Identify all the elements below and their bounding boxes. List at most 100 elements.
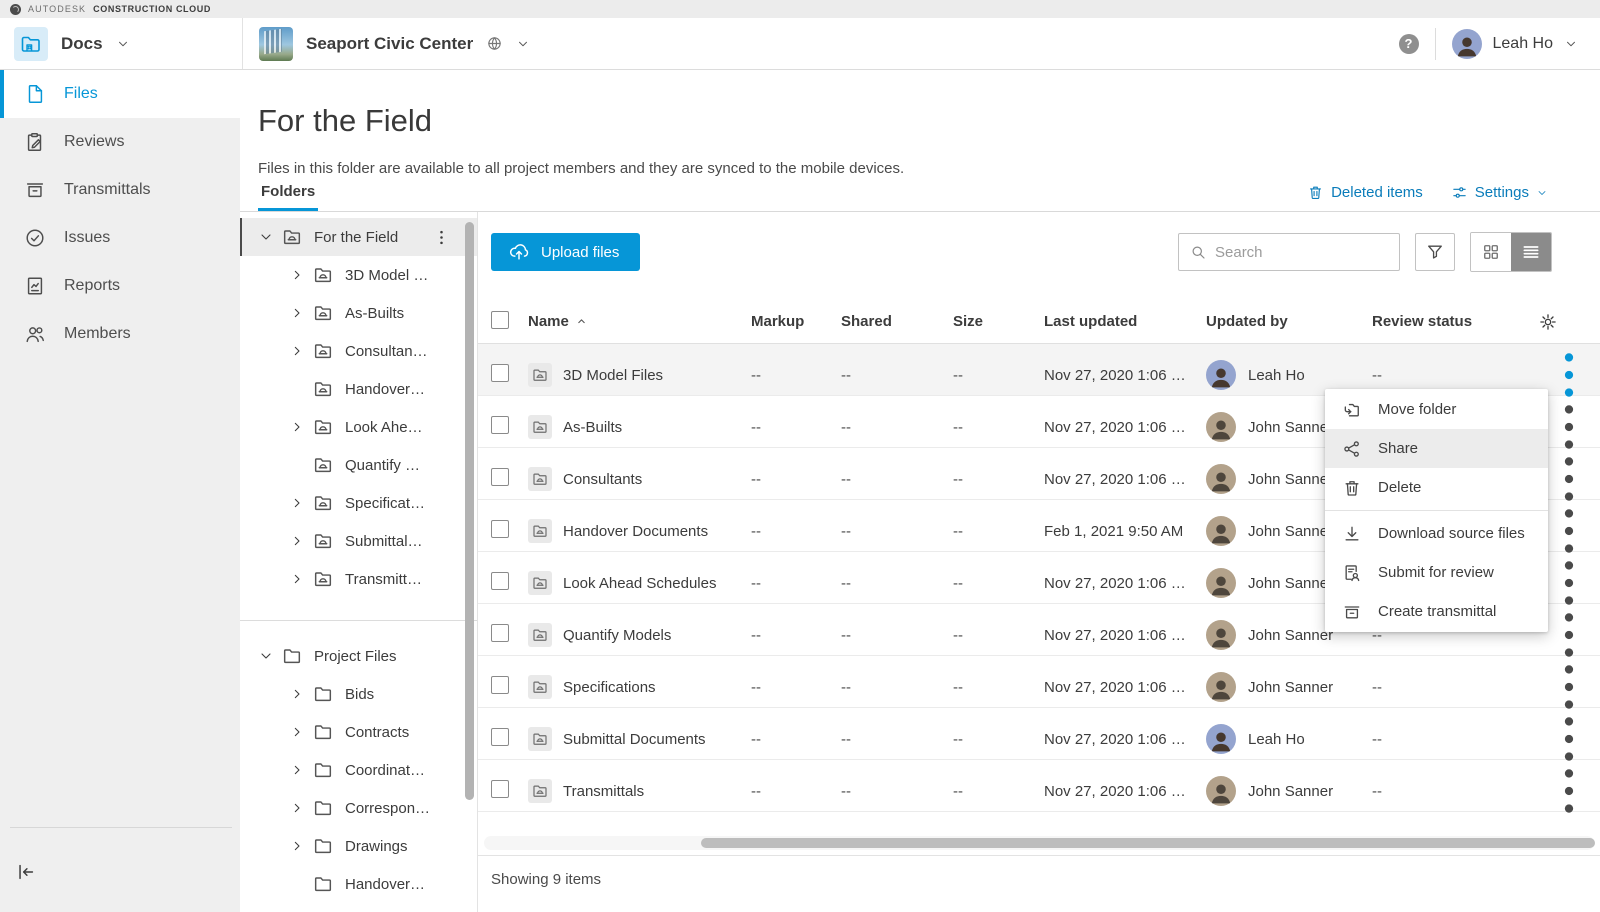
row-actions-kebab-icon[interactable] (1538, 760, 1600, 822)
search-input[interactable] (1215, 244, 1389, 261)
chevron-right-icon[interactable] (283, 680, 311, 708)
markup-value: -- (751, 627, 841, 644)
field-folder-icon (528, 727, 552, 751)
tree-folder-label: Contracts (345, 724, 409, 741)
row-checkbox[interactable] (491, 676, 509, 694)
tree-folder-coordinat[interactable]: Coordinat… (240, 751, 477, 789)
menu-item-delete[interactable]: Delete (1325, 468, 1548, 507)
chevron-right-icon[interactable] (283, 756, 311, 784)
chevron-right-icon[interactable] (283, 832, 311, 860)
column-header-shared[interactable]: Shared (841, 313, 953, 330)
tree-folder-drawings[interactable]: Drawings (240, 827, 477, 865)
upload-files-button[interactable]: Upload files (491, 233, 640, 271)
tree-folder-label: Submittal… (345, 533, 423, 550)
column-header-markup[interactable]: Markup (751, 313, 841, 330)
chevron-right-icon[interactable] (283, 794, 311, 822)
tree-folder-submittal[interactable]: Submittal… (240, 522, 477, 560)
tree-folder-3d-model[interactable]: 3D Model … (240, 256, 477, 294)
tree-folder-handover[interactable]: Handover… (240, 865, 477, 903)
table-row-transmittals[interactable]: Transmittals -- -- -- Nov 27, 2020 1:06 … (478, 760, 1600, 812)
row-checkbox[interactable] (491, 780, 509, 798)
project-name: Seaport Civic Center (306, 34, 473, 54)
tree-folder-bids[interactable]: Bids (240, 675, 477, 713)
chevron-down-icon[interactable] (252, 223, 280, 251)
project-selector[interactable]: Seaport Civic Center (243, 27, 530, 61)
chevron-right-icon[interactable] (283, 261, 311, 289)
tab-actions: Deleted items Settings (1307, 184, 1548, 211)
deleted-items-button[interactable]: Deleted items (1307, 184, 1423, 201)
field-folder-icon (528, 675, 552, 699)
chevron-right-icon[interactable] (283, 299, 311, 327)
user-menu[interactable]: Leah Ho (1452, 29, 1579, 59)
sidebar-item-reviews[interactable]: Reviews (0, 118, 240, 166)
file-name: Handover Documents (563, 523, 708, 540)
sidebar-item-files[interactable]: Files (0, 70, 240, 118)
chevron-right-icon[interactable] (283, 718, 311, 746)
menu-item-create-transmittal[interactable]: Create transmittal (1325, 592, 1548, 631)
row-checkbox[interactable] (491, 468, 509, 486)
tree-folder-for-the-field[interactable]: For the Field (240, 218, 477, 256)
chevron-right-icon[interactable] (283, 489, 311, 517)
tab-folders[interactable]: Folders (258, 183, 318, 211)
updated-by-name: John Sanner (1248, 783, 1333, 800)
chevron-right-icon[interactable] (283, 337, 311, 365)
table-row-submittal-documents[interactable]: Submittal Documents -- -- -- Nov 27, 202… (478, 708, 1600, 760)
tree-folder-quantify[interactable]: Quantify … (240, 446, 477, 484)
folder-kebab-icon[interactable] (432, 228, 451, 247)
menu-item-submit-for-review[interactable]: Submit for review (1325, 553, 1548, 592)
markup-value: -- (751, 783, 841, 800)
settings-button[interactable]: Settings (1451, 184, 1548, 201)
column-header-updated-by[interactable]: Updated by (1206, 313, 1372, 330)
help-button[interactable]: ? (1399, 34, 1419, 54)
column-header-name[interactable]: Name (528, 313, 751, 330)
markup-value: -- (751, 523, 841, 540)
table-row-specifications[interactable]: Specifications -- -- -- Nov 27, 2020 1:0… (478, 656, 1600, 708)
files-icon (24, 83, 46, 105)
menu-item-share[interactable]: Share (1325, 429, 1548, 468)
column-settings-gear-icon[interactable] (1538, 312, 1558, 332)
chevron-right-icon[interactable] (283, 565, 311, 593)
list-view-button[interactable] (1511, 233, 1551, 271)
horizontal-scrollbar-thumb[interactable] (701, 838, 1595, 848)
tree-folder-correspon[interactable]: Correspon… (240, 789, 477, 827)
column-header-size[interactable]: Size (953, 313, 1044, 330)
sidebar-item-transmittals[interactable]: Transmittals (0, 166, 240, 214)
menu-item-move-folder[interactable]: Move folder (1325, 390, 1548, 429)
avatar (1206, 412, 1236, 442)
filter-button[interactable] (1415, 233, 1455, 271)
chevron-right-icon[interactable] (283, 413, 311, 441)
tree-folder-handover[interactable]: Handover… (240, 370, 477, 408)
sidebar-item-members[interactable]: Members (0, 310, 240, 358)
search-icon (1189, 243, 1207, 261)
sidebar-item-issues[interactable]: Issues (0, 214, 240, 262)
row-checkbox[interactable] (491, 572, 509, 590)
tree-folder-contracts[interactable]: Contracts (240, 713, 477, 751)
chevron-down-icon[interactable] (252, 642, 280, 670)
tree-folder-as-builts[interactable]: As-Builts (240, 294, 477, 332)
tree-folder-project-files[interactable]: Project Files (240, 637, 477, 675)
tree-folder-transmitt[interactable]: Transmitt… (240, 560, 477, 598)
sidebar-item-reports[interactable]: Reports (0, 262, 240, 310)
tree-folder-consultan[interactable]: Consultan… (240, 332, 477, 370)
tree-folder-look-ahe[interactable]: Look Ahe… (240, 408, 477, 446)
column-header-last-updated[interactable]: Last updated (1044, 313, 1206, 330)
column-header-review-status[interactable]: Review status (1372, 313, 1538, 330)
collapse-sidebar-button[interactable] (15, 861, 37, 883)
chevron-right-icon[interactable] (283, 527, 311, 555)
select-all-checkbox[interactable] (491, 311, 509, 329)
product-label: Docs (61, 34, 103, 54)
row-checkbox[interactable] (491, 520, 509, 538)
horizontal-scrollbar[interactable] (484, 836, 1594, 850)
row-checkbox[interactable] (491, 624, 509, 642)
updated-by-name: John Sanner (1248, 471, 1333, 488)
row-checkbox[interactable] (491, 364, 509, 382)
row-checkbox[interactable] (491, 416, 509, 434)
menu-item-download-source-files[interactable]: Download source files (1325, 514, 1548, 553)
shared-value: -- (841, 523, 953, 540)
avatar (1206, 464, 1236, 494)
tree-scrollbar[interactable] (465, 222, 474, 800)
tree-folder-specificat[interactable]: Specificat… (240, 484, 477, 522)
row-checkbox[interactable] (491, 728, 509, 746)
grid-view-button[interactable] (1471, 233, 1511, 271)
product-switcher[interactable]: Docs (0, 18, 243, 69)
